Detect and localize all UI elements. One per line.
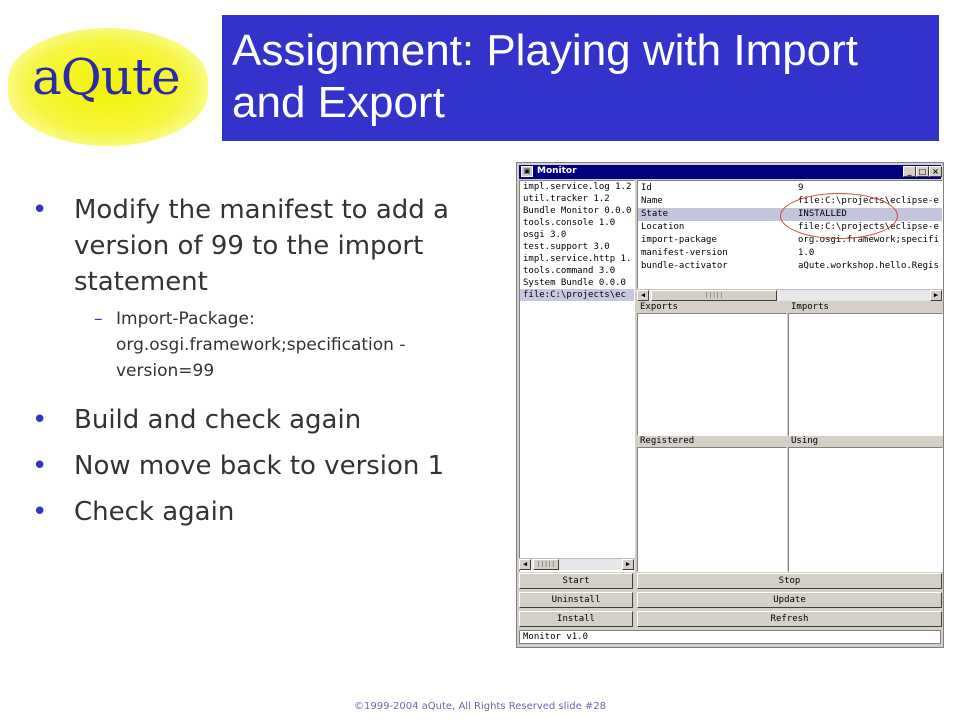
app-icon: ▣ xyxy=(521,166,533,177)
prop-key: bundle-activator xyxy=(641,261,728,271)
table-row[interactable]: import-package org.osgi.framework;specif… xyxy=(638,234,942,247)
table-hscrollbar[interactable]: ◀ ||||| ▶ xyxy=(637,289,943,301)
bundle-list[interactable]: impl.service.log 1.2 util.tracker 1.2 Bu… xyxy=(519,180,635,572)
list-item[interactable]: util.tracker 1.2 xyxy=(520,193,634,205)
using-header: Using xyxy=(788,436,943,446)
sub-bullet-text: Import-Package: org.osgi.framework;speci… xyxy=(116,309,406,381)
prop-value: 9 xyxy=(798,183,804,193)
prop-value: aQute.workshop.hello.Regis xyxy=(798,261,939,271)
uninstall-button[interactable]: Uninstall xyxy=(519,592,633,608)
monitor-window: ▣ Monitor _ □ × impl.service.log 1.2 uti… xyxy=(516,162,944,648)
logo-text: aQute xyxy=(32,48,181,106)
prop-key: Name xyxy=(641,196,663,206)
table-row[interactable]: Id 9 xyxy=(638,182,942,195)
prop-key: State xyxy=(641,209,669,219)
list-item[interactable]: Bundle Monitor 0.0.0 xyxy=(520,205,634,217)
sub-bullet-item: – Import-Package: org.osgi.framework;spe… xyxy=(30,306,470,384)
bullet-dot-icon: • xyxy=(32,497,48,527)
status-bar: Monitor v1.0 xyxy=(519,630,941,644)
close-icon[interactable]: × xyxy=(929,166,942,177)
prop-key: Location xyxy=(641,222,685,232)
bullet-item: • Now move back to version 1 xyxy=(30,448,470,484)
list-item[interactable]: tools.console 1.0 xyxy=(520,217,634,229)
prop-key: manifest-version xyxy=(641,248,728,258)
window-title: Monitor xyxy=(537,166,577,176)
prop-key: import-package xyxy=(641,235,717,245)
bullet-list: • Modify the manifest to add a version o… xyxy=(30,192,470,530)
bullet-text: Build and check again xyxy=(74,405,362,435)
stop-button[interactable]: Stop xyxy=(637,573,942,589)
table-row[interactable]: manifest-version 1.0 xyxy=(638,247,942,260)
imports-pane[interactable] xyxy=(788,313,943,436)
list-item-selected[interactable]: file:C:\projects\ec xyxy=(520,289,634,301)
bullet-text: Check again xyxy=(74,497,235,527)
scroll-thumb[interactable]: ||||| xyxy=(651,290,777,301)
slide-title: Assignment: Playing with Import and Expo… xyxy=(232,26,859,127)
window-titlebar[interactable]: ▣ Monitor _ □ × xyxy=(519,165,942,179)
list-item[interactable]: impl.service.http 1. xyxy=(520,253,634,265)
exports-pane[interactable] xyxy=(637,313,787,436)
scroll-left-icon[interactable]: ◀ xyxy=(637,290,649,301)
slide-footer: ©1999-2004 aQute, All Rights Reserved sl… xyxy=(353,701,607,712)
scroll-right-icon[interactable]: ▶ xyxy=(622,559,634,570)
scroll-thumb[interactable]: ||||| xyxy=(533,559,559,570)
imports-header: Imports xyxy=(788,302,943,312)
properties-table[interactable]: Id 9 Name file:C:\projects\eclipse-e Sta… xyxy=(637,180,943,289)
scroll-left-icon[interactable]: ◀ xyxy=(519,559,531,570)
prop-key: Id xyxy=(641,183,652,193)
install-button[interactable]: Install xyxy=(519,611,633,627)
list-item[interactable]: System Bundle 0.0.0 xyxy=(520,277,634,289)
maximize-icon[interactable]: □ xyxy=(916,166,929,177)
bullet-item: • Check again xyxy=(30,494,470,530)
registered-pane[interactable] xyxy=(637,447,787,572)
bullet-text: Now move back to version 1 xyxy=(74,451,445,481)
start-button[interactable]: Start xyxy=(519,573,633,589)
bullet-item: • Build and check again xyxy=(30,402,470,438)
registered-header: Registered xyxy=(637,436,787,446)
list-item[interactable]: tools.command 3.0 xyxy=(520,265,634,277)
refresh-button[interactable]: Refresh xyxy=(637,611,942,627)
bullet-dot-icon: • xyxy=(32,195,48,225)
dash-icon: – xyxy=(94,309,103,329)
minimize-icon[interactable]: _ xyxy=(903,166,916,177)
list-item[interactable]: impl.service.log 1.2 xyxy=(520,181,634,193)
highlight-ellipse xyxy=(780,193,898,239)
list-item[interactable]: osgi 3.0 xyxy=(520,229,634,241)
bullet-dot-icon: • xyxy=(32,451,48,481)
bullet-dot-icon: • xyxy=(32,405,48,435)
scroll-right-icon[interactable]: ▶ xyxy=(930,290,942,301)
bullet-text: Modify the manifest to add a version of … xyxy=(74,195,449,297)
update-button[interactable]: Update xyxy=(637,592,942,608)
exports-header: Exports xyxy=(637,302,787,312)
list-item[interactable]: test.support 3.0 xyxy=(520,241,634,253)
title-banner: Assignment: Playing with Import and Expo… xyxy=(222,15,939,141)
prop-value: 1.0 xyxy=(798,248,815,258)
table-row[interactable]: bundle-activator aQute.workshop.hello.Re… xyxy=(638,260,942,273)
list-hscrollbar[interactable]: ◀ ||||| ▶ xyxy=(519,558,635,570)
bullet-item: • Modify the manifest to add a version o… xyxy=(30,192,470,300)
using-pane[interactable] xyxy=(788,447,943,572)
